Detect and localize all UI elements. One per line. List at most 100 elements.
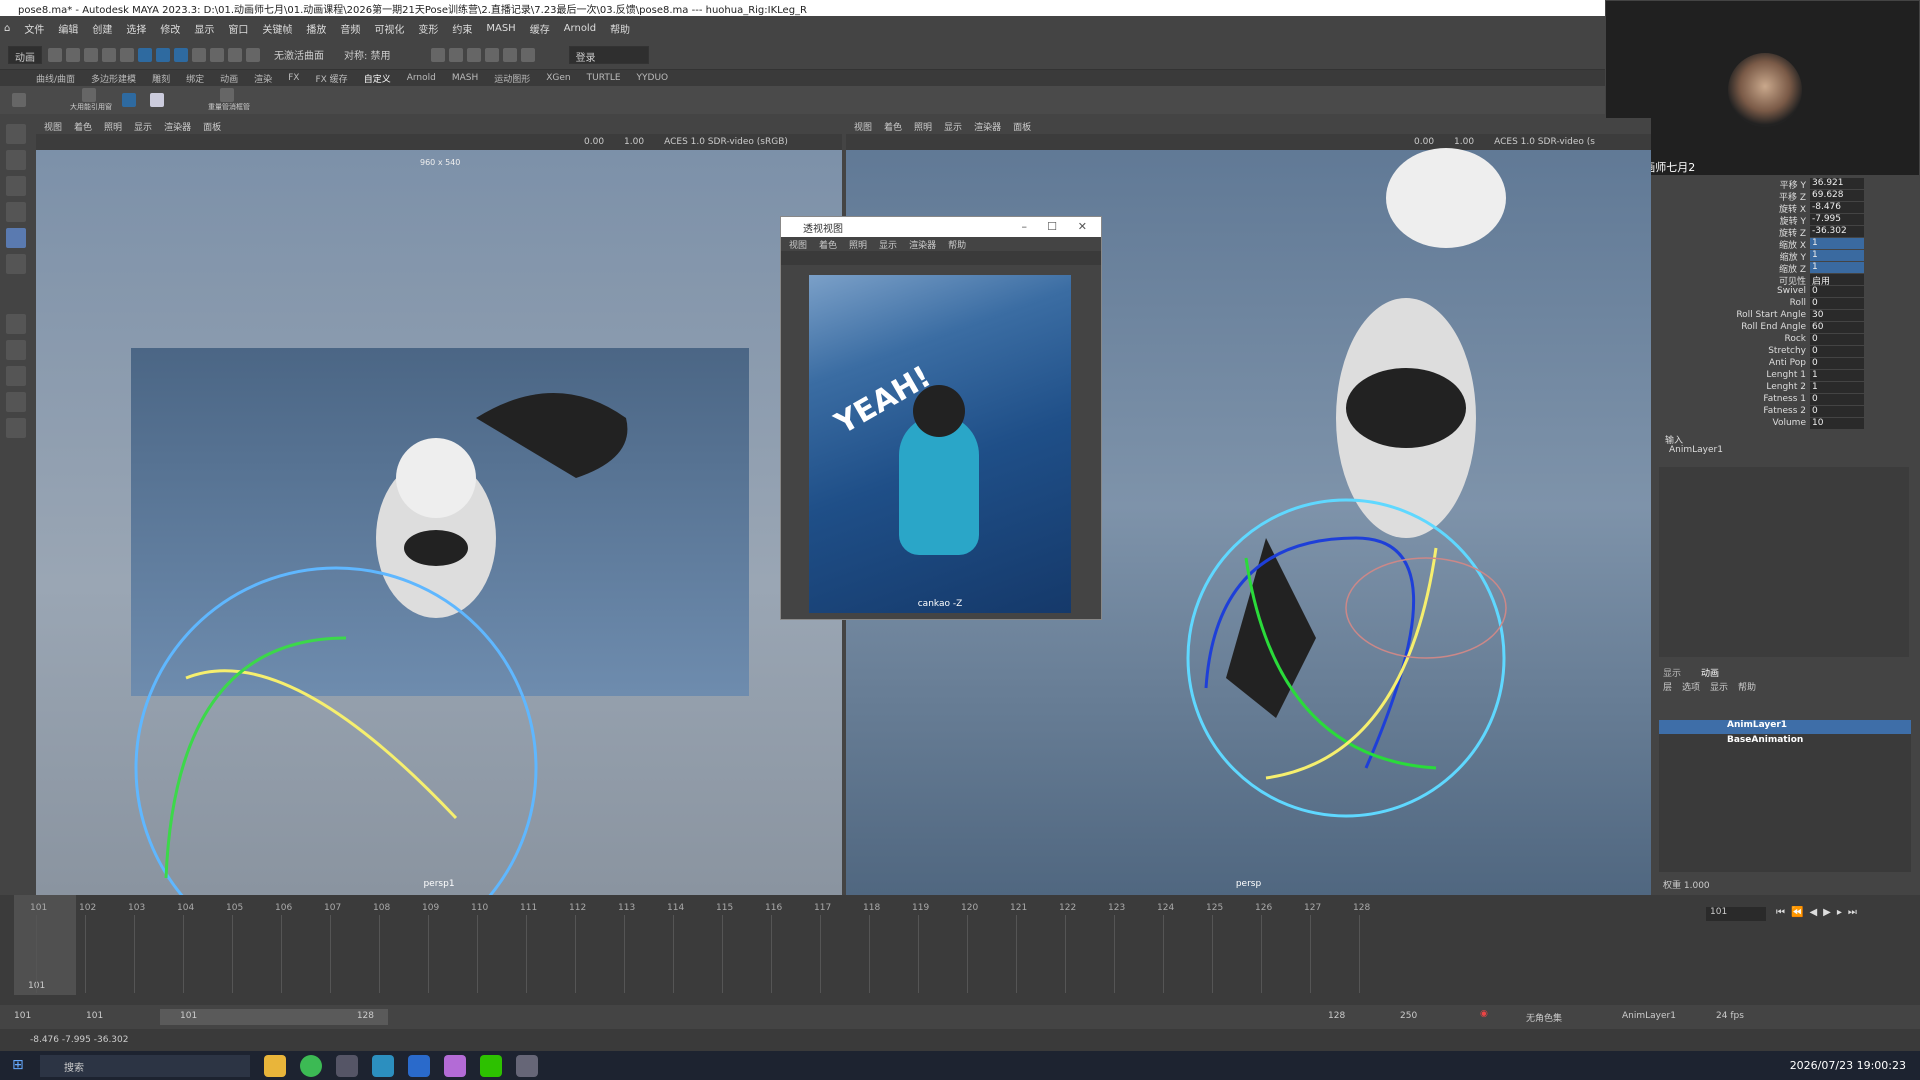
layer-tab-display[interactable]: 显示 <box>1663 666 1681 680</box>
channel-value[interactable]: 1 <box>1810 250 1864 261</box>
hypershade-icon[interactable] <box>484 47 499 62</box>
menu-visualize[interactable]: 可视化 <box>374 21 404 36</box>
character-set-dropdown[interactable]: 无角色集 <box>1526 1011 1562 1024</box>
rotate-tool-icon[interactable] <box>6 228 26 248</box>
pause-icon[interactable] <box>520 47 535 62</box>
sphere-icon[interactable] <box>122 93 136 107</box>
channel-value[interactable]: 启用 <box>1810 274 1864 287</box>
maximize-icon[interactable]: ☐ <box>1047 220 1057 233</box>
render-frame-icon[interactable] <box>448 47 463 62</box>
maya-icon[interactable] <box>372 1054 394 1077</box>
channel-value[interactable]: 69.628 <box>1810 190 1864 201</box>
go-to-start-icon[interactable]: ⏮ <box>1776 907 1785 918</box>
menu-select[interactable]: 选择 <box>126 21 146 36</box>
select-component-icon[interactable] <box>174 47 188 62</box>
outliner-icon[interactable] <box>6 392 26 412</box>
channel-value[interactable]: 0 <box>1810 298 1864 309</box>
layout-four-icon[interactable] <box>6 340 26 360</box>
shelf-tab-motion-graphics[interactable]: 运动图形 <box>494 72 530 85</box>
move-tool-icon[interactable] <box>6 202 26 222</box>
menu-edit[interactable]: 编辑 <box>58 21 78 36</box>
time-slider[interactable]: 101 101 102 103 104 105 106 107 108 109 110 111 112… <box>0 895 1920 1005</box>
channel-row[interactable]: Roll 0 <box>1655 298 1920 310</box>
shelf-tab-render[interactable]: 渲染 <box>254 72 272 85</box>
range-start-field[interactable]: 101 <box>14 1011 31 1021</box>
float-menu-lighting[interactable]: 照明 <box>849 238 867 251</box>
channel-row[interactable]: Anti Pop 0 <box>1655 358 1920 370</box>
windows-start-icon[interactable]: ⊞ <box>12 1057 24 1073</box>
shelf-tab-sculpt[interactable]: 雕刻 <box>152 72 170 85</box>
channel-value[interactable]: -7.995 <box>1810 214 1864 225</box>
float-menu-show[interactable]: 显示 <box>879 238 897 251</box>
layer-menu-layers[interactable]: 层 <box>1663 680 1672 694</box>
channel-row[interactable]: Roll End Angle 60 <box>1655 322 1920 334</box>
channel-row[interactable]: Swivel 0 <box>1655 286 1920 298</box>
paint-tool-icon[interactable] <box>6 176 26 196</box>
cube-icon[interactable] <box>150 93 164 107</box>
channel-row[interactable]: 平移 Y 36.921 <box>1655 178 1920 191</box>
channel-row[interactable]: 旋转 Z -36.302 <box>1655 226 1920 239</box>
photo-app-icon[interactable] <box>444 1054 466 1077</box>
search-icon[interactable] <box>6 418 26 438</box>
float-menu-shading[interactable]: 着色 <box>819 238 837 251</box>
reference-viewer-window[interactable]: 透视视图 – ☐ ✕ 视图 着色 照明 显示 渲染器 帮助 YEAH! cank… <box>780 216 1102 620</box>
menu-playback[interactable]: 播放 <box>306 21 326 36</box>
inputs-layer[interactable]: AnimLayer1 <box>1669 445 1723 455</box>
menu-modify[interactable]: 修改 <box>160 21 180 36</box>
steam-icon[interactable] <box>336 1054 358 1077</box>
home-icon[interactable]: ⌂ <box>4 23 10 34</box>
channel-value[interactable]: 0 <box>1810 358 1864 369</box>
layout-single-icon[interactable] <box>6 314 26 334</box>
channel-row[interactable]: Volume 10 <box>1655 418 1920 430</box>
menu-cache[interactable]: 缓存 <box>530 21 550 36</box>
rotate-gizmo-yellow[interactable] <box>185 669 458 820</box>
anim-layer-dropdown[interactable]: AnimLayer1 <box>1622 1011 1676 1021</box>
snap-curve-icon[interactable] <box>210 47 224 62</box>
menu-deform[interactable]: 变形 <box>418 21 438 36</box>
layer-weight[interactable]: 权重 1.000 <box>1663 878 1710 891</box>
menu-file[interactable]: 文件 <box>24 21 44 36</box>
close-icon[interactable]: ✕ <box>1078 220 1087 233</box>
shelf-tab-custom[interactable]: 自定义 <box>364 72 391 85</box>
menu-audio[interactable]: 音频 <box>340 21 360 36</box>
step-back-frame-icon[interactable]: ◀ <box>1809 907 1817 918</box>
snap-point-icon[interactable] <box>228 47 242 62</box>
symmetry-label[interactable]: 对称: 禁用 <box>344 47 391 62</box>
minimize-icon[interactable]: – <box>1022 220 1028 233</box>
channel-value[interactable]: 1 <box>1810 382 1864 393</box>
channel-row[interactable]: Stretchy 0 <box>1655 346 1920 358</box>
channel-row[interactable]: 缩放 Y1 <box>1655 250 1920 263</box>
reference-window-icon[interactable] <box>82 88 96 102</box>
meeting-icon[interactable] <box>408 1054 430 1077</box>
go-to-end-icon[interactable]: ⏭ <box>1848 907 1857 918</box>
menu-help[interactable]: 帮助 <box>610 21 630 36</box>
play-icon[interactable]: ▶ <box>1823 907 1831 918</box>
layer-tab-anim[interactable]: 动画 <box>1701 666 1719 680</box>
channel-value[interactable]: 30 <box>1810 310 1864 321</box>
channel-value[interactable]: 1 <box>1810 370 1864 381</box>
shelf-tab-fx[interactable]: FX <box>288 73 299 83</box>
channel-value[interactable]: 0 <box>1810 346 1864 357</box>
select-tool-icon[interactable] <box>6 124 26 144</box>
channel-row[interactable]: Lenght 2 1 <box>1655 382 1920 394</box>
shelf-tab-mash[interactable]: MASH <box>452 73 478 83</box>
menu-arnold[interactable]: Arnold <box>564 23 596 34</box>
layer-menu-options[interactable]: 选项 <box>1682 680 1700 694</box>
select-hierarchy-icon[interactable] <box>138 47 152 62</box>
channel-value[interactable]: 0 <box>1810 286 1864 297</box>
shelf-tab-xgen[interactable]: XGen <box>546 73 570 83</box>
chrome-icon[interactable] <box>300 1054 322 1077</box>
step-forward-frame-icon[interactable]: ▸ <box>1837 907 1842 918</box>
channel-row[interactable]: Roll Start Angle 30 <box>1655 310 1920 322</box>
render-settings-icon[interactable] <box>430 47 445 62</box>
menu-key[interactable]: 关键帧 <box>262 21 292 36</box>
float-menu-view[interactable]: 视图 <box>789 238 807 251</box>
command-line[interactable]: -8.476 -7.995 -36.302 <box>0 1029 1920 1051</box>
save-scene-icon[interactable] <box>84 47 98 62</box>
channel-row[interactable]: 可见性 启用 <box>1655 274 1920 287</box>
channel-value[interactable]: -8.476 <box>1810 202 1864 213</box>
channel-value[interactable]: 0 <box>1810 406 1864 417</box>
shelf-tab-rigging[interactable]: 绑定 <box>186 72 204 85</box>
menu-create[interactable]: 创建 <box>92 21 112 36</box>
ik-handle-circle[interactable] <box>1345 557 1507 659</box>
